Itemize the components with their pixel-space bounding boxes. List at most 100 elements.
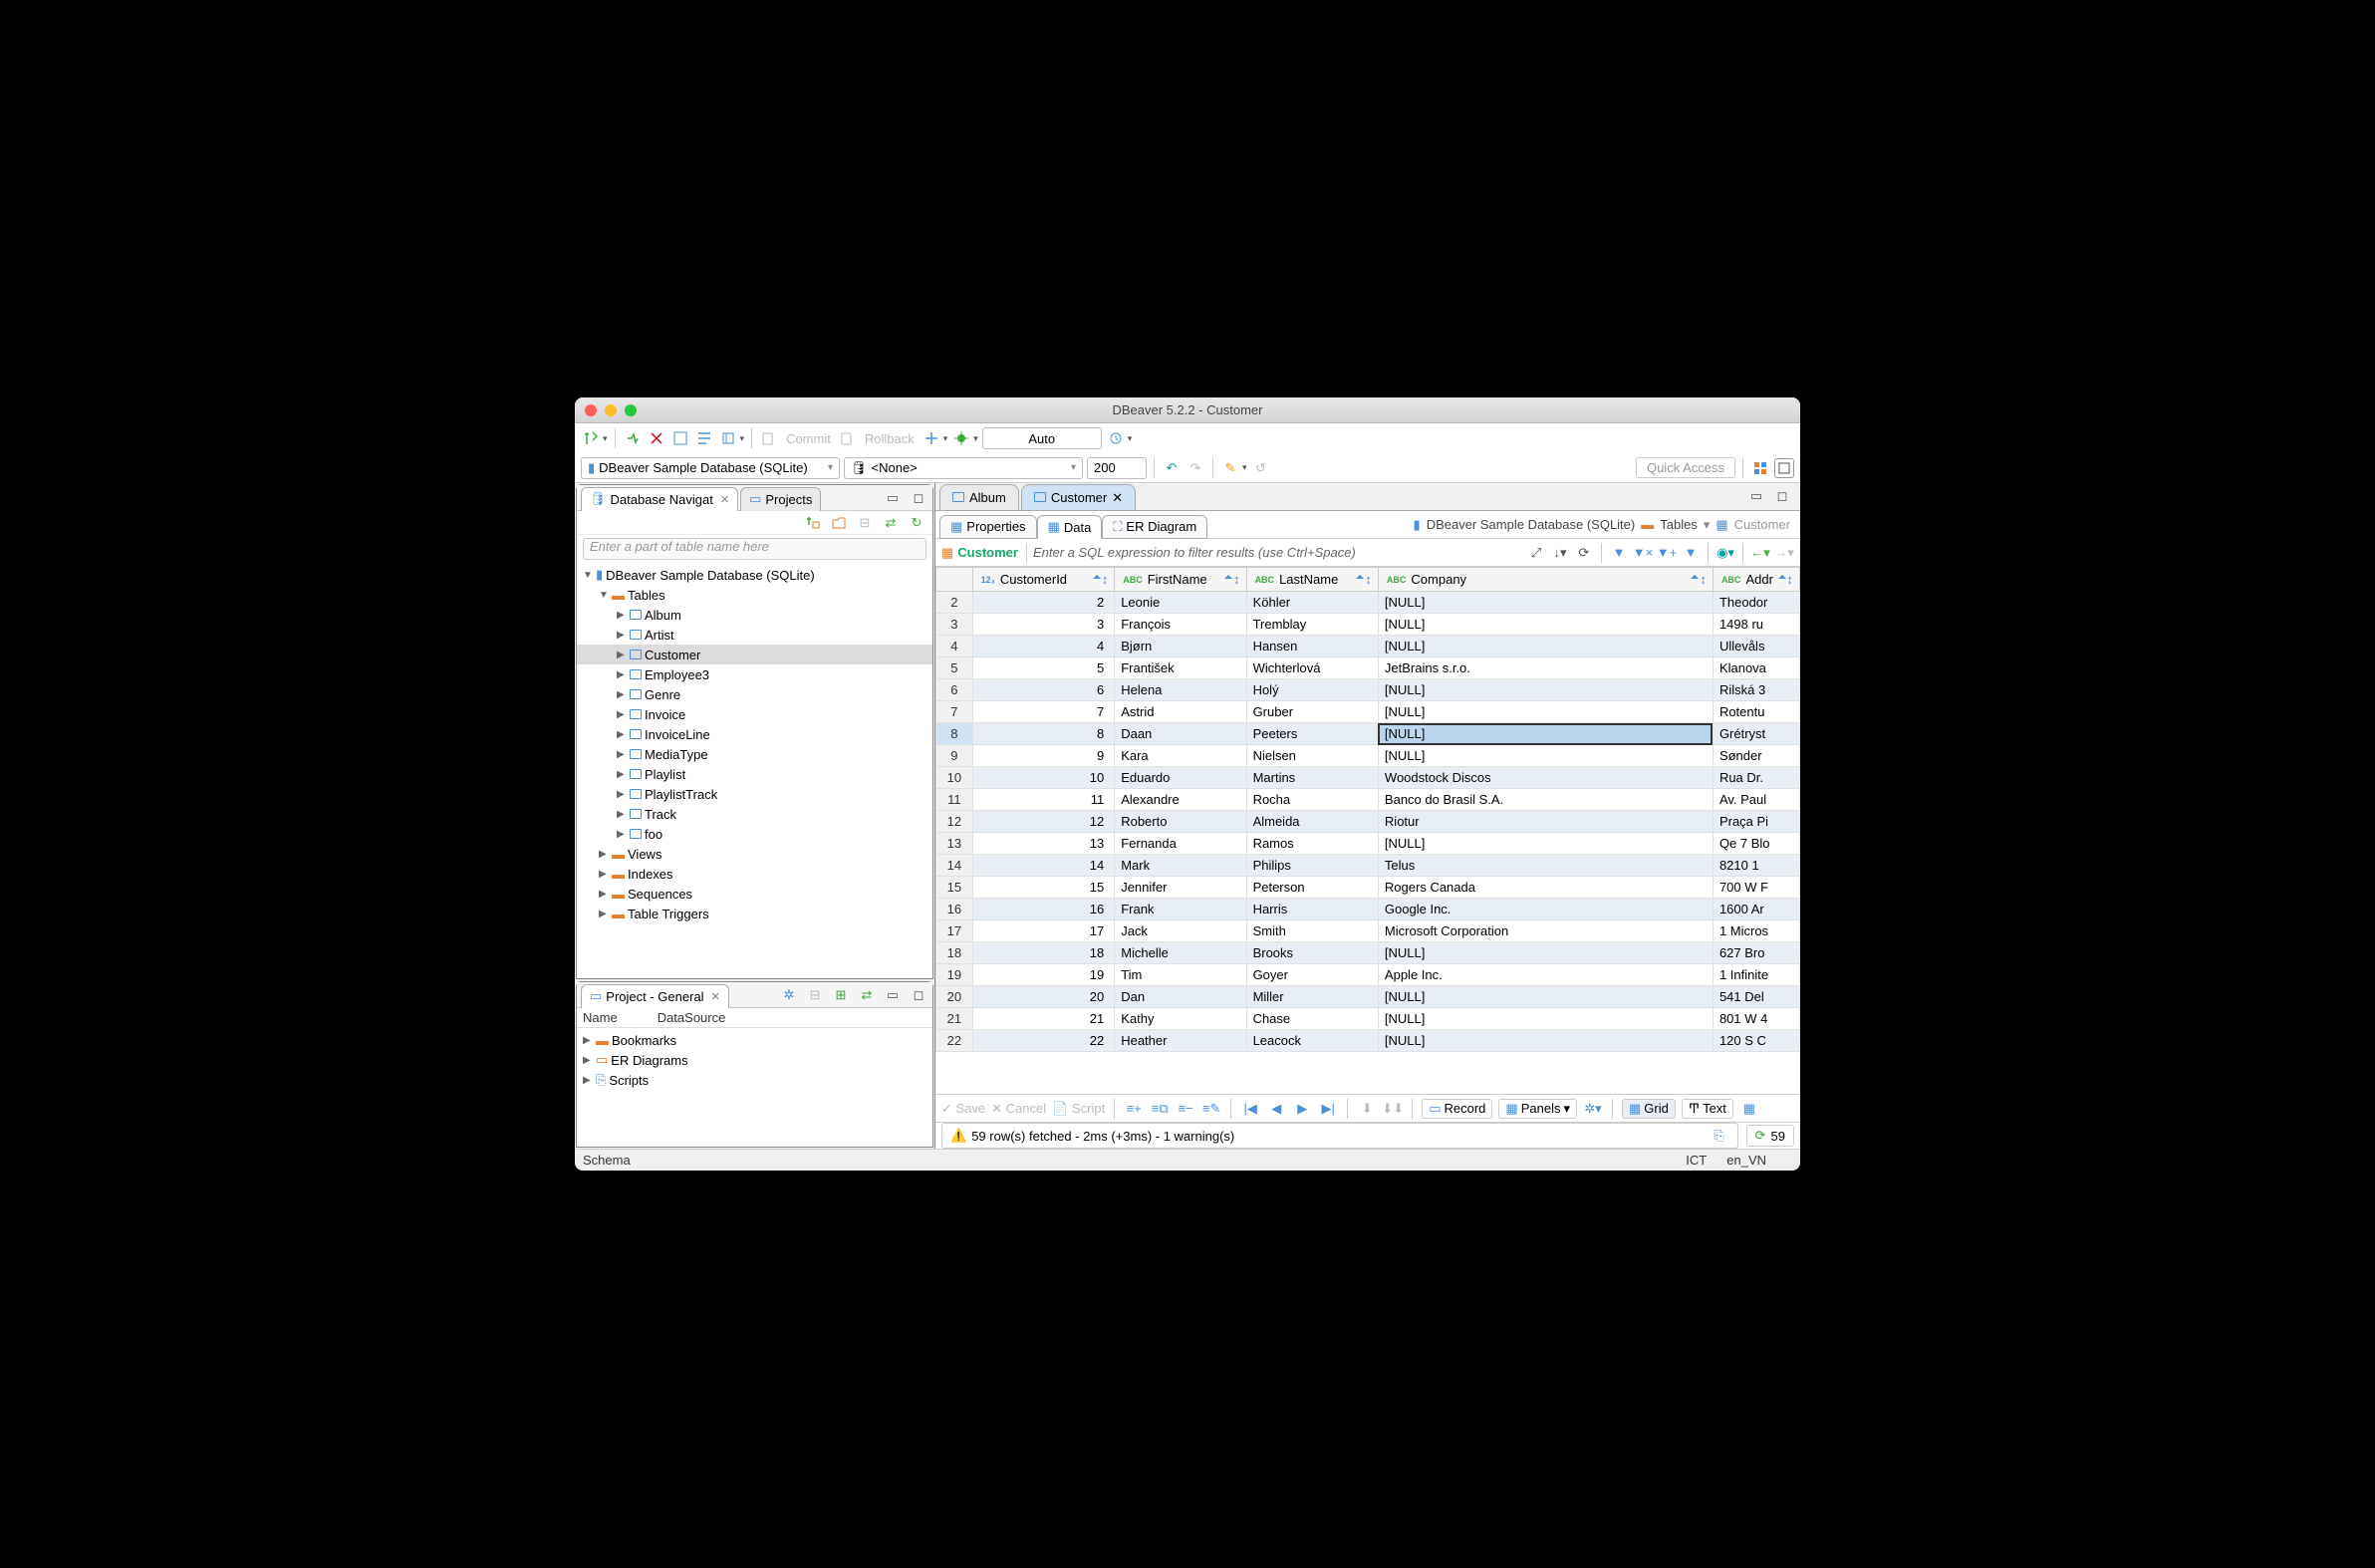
tree-table-item[interactable]: ▶MediaType [577, 744, 932, 764]
tree-sequences-folder[interactable]: ▶▬Sequences [577, 884, 932, 904]
row-number[interactable]: 15 [936, 877, 973, 899]
row-number[interactable]: 2 [936, 592, 973, 614]
row-number[interactable]: 12 [936, 811, 973, 833]
sort-icon[interactable]: ↕ [1691, 572, 1707, 587]
column-header[interactable]: ABC Company↕ [1378, 568, 1713, 592]
cell[interactable]: Leacock [1246, 1030, 1378, 1052]
row-number[interactable]: 22 [936, 1030, 973, 1052]
row-number[interactable]: 21 [936, 1008, 973, 1030]
table-row[interactable]: 33FrançoisTremblay[NULL]1498 ru [936, 614, 1800, 636]
table-row[interactable]: 2222HeatherLeacock[NULL]120 S C [936, 1030, 1800, 1052]
cell[interactable]: Brooks [1246, 942, 1378, 964]
table-row[interactable]: 1919TimGoyerApple Inc.1 Infinite [936, 964, 1800, 986]
cell[interactable]: [NULL] [1378, 745, 1713, 767]
subtab-data[interactable]: ▦Data [1037, 515, 1103, 539]
editor-tab-customer[interactable]: Customer ✕ [1021, 484, 1136, 510]
disconnect-icon[interactable] [647, 428, 666, 448]
cell[interactable]: Daan [1115, 723, 1246, 745]
tree-table-item[interactable]: ▶Artist [577, 625, 932, 645]
cell[interactable]: 700 W F [1713, 877, 1799, 899]
cell[interactable]: Dan [1115, 986, 1246, 1008]
tree-table-item[interactable]: ▶Genre [577, 684, 932, 704]
colors-icon[interactable]: ◉▾ [1715, 543, 1735, 563]
editor-tab-album[interactable]: Album [939, 484, 1019, 510]
tree-table-item[interactable]: ▶PlaylistTrack [577, 784, 932, 804]
cell[interactable]: 14 [972, 855, 1115, 877]
cell[interactable]: Apple Inc. [1378, 964, 1713, 986]
column-header[interactable]: ABC FirstName↕ [1115, 568, 1246, 592]
cell[interactable]: Rogers Canada [1378, 877, 1713, 899]
cell[interactable]: Telus [1378, 855, 1713, 877]
first-page-icon[interactable]: |◀ [1240, 1099, 1260, 1119]
cell[interactable]: 21 [972, 1008, 1115, 1030]
rollback-button[interactable] [838, 428, 858, 448]
cell[interactable]: Hansen [1246, 636, 1378, 657]
table-row[interactable]: 2121KathyChase[NULL]801 W 4 [936, 1008, 1800, 1030]
subtab-er[interactable]: ⛶ER Diagram [1102, 515, 1207, 539]
sql-editor-icon[interactable] [670, 428, 690, 448]
cell[interactable]: 6 [972, 679, 1115, 701]
add-icon[interactable]: ⊞ [831, 985, 851, 1005]
cell[interactable]: Chase [1246, 1008, 1378, 1030]
minimize-window-button[interactable] [605, 404, 617, 416]
cell[interactable]: Helena [1115, 679, 1246, 701]
table-row[interactable]: 1313FernandaRamos[NULL]Qe 7 Blo [936, 833, 1800, 855]
cell[interactable]: Sønder [1713, 745, 1799, 767]
commit-label[interactable]: Commit [783, 431, 834, 446]
cell[interactable]: 9 [972, 745, 1115, 767]
sql-filter-input[interactable]: Enter a SQL expression to filter results… [1026, 543, 1522, 563]
cell[interactable]: Jack [1115, 920, 1246, 942]
close-icon[interactable]: ✕ [711, 990, 720, 1003]
cell[interactable]: 18 [972, 942, 1115, 964]
stop-icon[interactable]: ↺ [1251, 458, 1271, 478]
grid-corner[interactable] [936, 568, 973, 592]
maximize-icon[interactable]: ◻ [909, 488, 928, 508]
project-tree[interactable]: ▶▬Bookmarks▶▭ER Diagrams▶⎘Scripts [577, 1028, 932, 1147]
filter-add-icon[interactable]: ▼+ [1657, 543, 1677, 563]
cell[interactable]: 120 S C [1713, 1030, 1799, 1052]
cell[interactable]: František [1115, 657, 1246, 679]
link-icon[interactable]: ⇄ [881, 513, 901, 533]
tree-table-item[interactable]: ▶Customer [577, 645, 932, 664]
row-number[interactable]: 20 [936, 986, 973, 1008]
cell[interactable]: 12 [972, 811, 1115, 833]
row-number[interactable]: 14 [936, 855, 973, 877]
dropdown-caret-icon[interactable]: ▾ [943, 433, 948, 444]
cell[interactable]: [NULL] [1378, 701, 1713, 723]
project-item[interactable]: ▶⎘Scripts [577, 1070, 932, 1090]
cell[interactable]: Rilská 3 [1713, 679, 1799, 701]
close-icon[interactable]: ✕ [1112, 490, 1123, 506]
table-row[interactable]: 1414MarkPhilipsTelus8210 1 [936, 855, 1800, 877]
tree-table-item[interactable]: ▶foo [577, 824, 932, 844]
column-header[interactable]: ABC Addr↕ [1713, 568, 1799, 592]
commit-button[interactable] [759, 428, 779, 448]
row-number[interactable]: 11 [936, 789, 973, 811]
tree-table-item[interactable]: ▶Employee3 [577, 664, 932, 684]
cell[interactable]: Holý [1246, 679, 1378, 701]
cell[interactable]: 1 Infinite [1713, 964, 1799, 986]
cell[interactable]: 8210 1 [1713, 855, 1799, 877]
cell[interactable]: Wichterlová [1246, 657, 1378, 679]
cancel-button[interactable]: ✕ Cancel [991, 1101, 1046, 1117]
cell[interactable]: Google Inc. [1378, 899, 1713, 920]
tree-table-item[interactable]: ▶Playlist [577, 764, 932, 784]
cell[interactable]: Nielsen [1246, 745, 1378, 767]
cell[interactable]: [NULL] [1378, 1030, 1713, 1052]
expand-icon[interactable]: ⤢ [1526, 543, 1546, 563]
maximize-icon[interactable]: ◻ [909, 985, 928, 1005]
cell[interactable]: Köhler [1246, 592, 1378, 614]
cell[interactable]: Rotentu [1713, 701, 1799, 723]
cell[interactable]: 22 [972, 1030, 1115, 1052]
details-icon[interactable]: ⎘ [1710, 1126, 1729, 1146]
fetch-icon[interactable]: ⬇ [1357, 1099, 1377, 1119]
cell[interactable]: Woodstock Discos [1378, 767, 1713, 789]
cell[interactable]: 1600 Ar [1713, 899, 1799, 920]
tree-table-item[interactable]: ▶Album [577, 605, 932, 625]
row-limit-input[interactable]: 200 [1087, 457, 1147, 479]
filter-icon[interactable]: ▼ [1609, 543, 1629, 563]
nav-forward-icon[interactable]: →▾ [1774, 543, 1794, 563]
cell[interactable]: 3 [972, 614, 1115, 636]
project-item[interactable]: ▶▭ER Diagrams [577, 1050, 932, 1070]
project-tab[interactable]: ▭ Project - General ✕ [581, 984, 729, 1008]
row-number[interactable]: 13 [936, 833, 973, 855]
